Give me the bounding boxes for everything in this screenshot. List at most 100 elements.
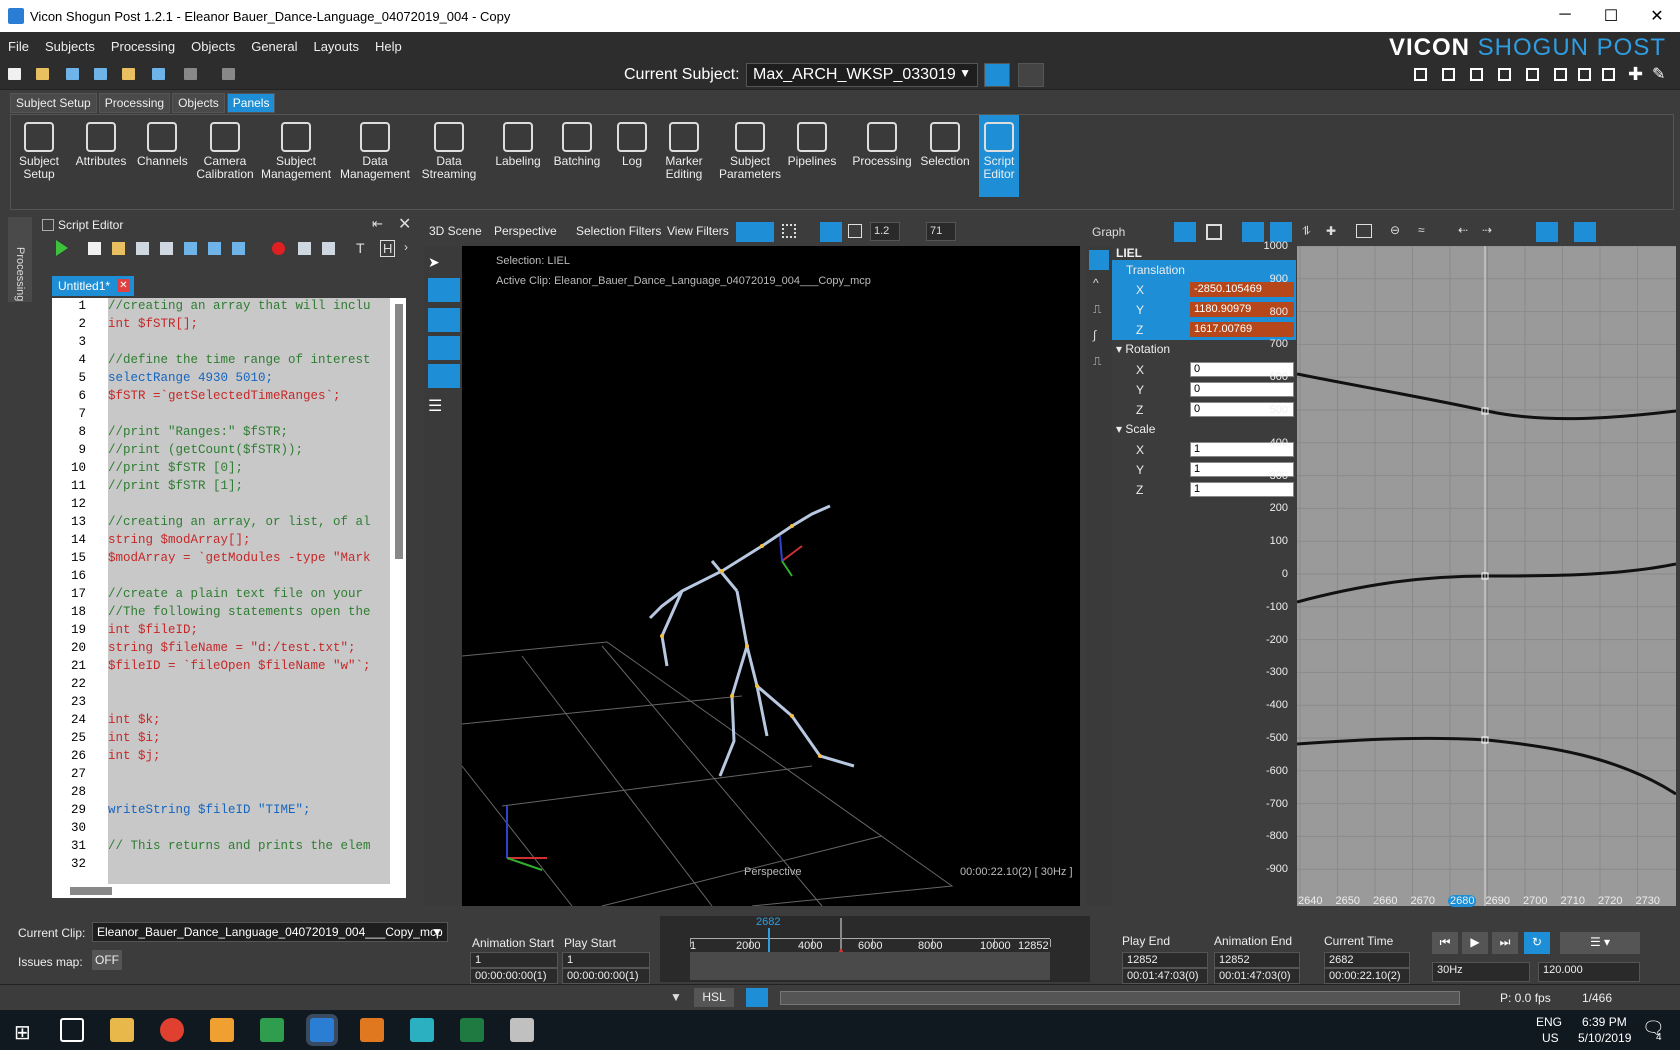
move-tool-button[interactable] [428,278,460,302]
new-script-icon[interactable] [88,242,101,255]
add-layout-icon[interactable]: ✚ [1628,64,1643,85]
play-button[interactable]: ▶ [1462,932,1488,954]
task-view-icon[interactable] [60,1018,84,1042]
translation-z-field[interactable]: 1617.00769 [1190,322,1294,337]
issues-map-toggle[interactable]: OFF [92,950,122,970]
key-tangent-button[interactable] [1536,222,1558,242]
fit-horizontal-button[interactable] [1242,222,1264,242]
menu-layouts[interactable]: Layouts [305,39,367,54]
code-line[interactable] [108,821,390,839]
current-time[interactable]: 00:00:22.10(2) [1324,968,1410,984]
code-line[interactable]: // This returns and prints the elem [108,839,390,857]
animation-end-frame[interactable]: 12852 [1214,952,1300,968]
app-icon-orange[interactable] [210,1018,234,1042]
layout-single-icon[interactable] [1414,68,1427,81]
vertical-scrollbar[interactable] [392,298,406,898]
menu-subjects[interactable]: Subjects [37,39,103,54]
play-end-time[interactable]: 00:01:47:03(0) [1122,968,1208,984]
hsl-button[interactable]: HSL [694,988,734,1007]
ribbon-button-labeling[interactable]: Labeling [491,115,545,197]
range-bar[interactable] [690,952,1050,980]
current-frame[interactable]: 2682 [1324,952,1410,968]
code-line[interactable] [108,497,390,515]
tab-processing[interactable]: Processing [98,93,171,113]
ribbon-button-selection[interactable]: Selection [917,115,973,197]
save-as-icon[interactable] [94,68,107,80]
code-line[interactable]: //print "Ranges:" $fSTR; [108,425,390,443]
code-line[interactable] [108,677,390,695]
go-to-start-button[interactable]: ⏮ [1432,932,1458,954]
layout-quad-icon[interactable] [1442,68,1455,81]
3d-viewport[interactable] [462,246,1080,906]
code-line[interactable]: //print $fSTR [1]; [108,479,390,497]
curve-graph[interactable] [1297,246,1676,906]
timeline-slider[interactable]: 1 2000 4000 6000 8000 10000 12852 2682 [660,916,1090,982]
fit-vertical-button[interactable] [1270,222,1292,242]
ribbon-button-script-editor[interactable]: Script Editor [979,115,1019,197]
chrome-icon[interactable] [160,1018,184,1042]
close-script-icon[interactable] [136,242,149,255]
code-line[interactable]: writeString $fileID "TIME"; [108,803,390,821]
ribbon-button-processing[interactable]: Processing [851,115,913,197]
translation-filter-button[interactable] [1089,250,1109,270]
prev-key-icon[interactable]: ⇠ [1458,223,1468,237]
code-line[interactable]: //creating an array, or list, of al [108,515,390,533]
flatten-icon[interactable]: ⥮ [1302,224,1311,239]
shogun-post-taskbar-icon[interactable] [310,1018,334,1042]
code-line[interactable]: //define the time range of interest [108,353,390,371]
speed-select[interactable]: 120.000 [1538,962,1640,982]
code-line[interactable] [108,857,390,875]
app-icon-m[interactable] [410,1018,434,1042]
sublime-icon[interactable] [360,1018,384,1042]
play-end-frame[interactable]: 12852 [1122,952,1208,968]
select-tool-button[interactable] [1174,222,1196,242]
menu-objects[interactable]: Objects [183,39,243,54]
reload-icon[interactable] [160,242,173,255]
current-clip-select[interactable]: Eleanor_Bauer_Dance_Language_04072019_00… [92,922,448,942]
file-explorer-icon[interactable] [110,1018,134,1042]
layout-columns-icon[interactable] [1470,68,1483,81]
close-tab-icon[interactable]: ✕ [117,279,130,292]
menu-help[interactable]: Help [367,39,410,54]
code-line[interactable]: //print $fSTR [0]; [108,461,390,479]
code-line[interactable]: $modArray = `getModules -type "Mark [108,551,390,569]
ribbon-button-pipelines[interactable]: Pipelines [785,115,839,197]
subject-person-button[interactable] [984,63,1010,87]
code-line[interactable]: int $j; [108,749,390,767]
rotate-tool-button[interactable] [428,336,460,360]
code-line[interactable]: //create a plain text file on your [108,587,390,605]
code-line[interactable]: //creating an array that will inclu [108,299,390,317]
clock-date[interactable]: 5/10/2019 [1578,1031,1631,1045]
playback-options-button[interactable]: ☰ ▾ [1560,932,1640,954]
code-line[interactable]: int $fileID; [108,623,390,641]
script-tab[interactable]: Untitled1* ✕ [52,276,134,296]
layout-split2-icon[interactable] [1554,68,1567,81]
code-line[interactable] [108,407,390,425]
run-icon[interactable] [56,240,68,256]
rate-select[interactable]: 30Hz [1432,962,1530,982]
ribbon-button-marker-editing[interactable]: Marker Editing [657,115,711,197]
code-line[interactable]: selectRange 4930 5010; [108,371,390,389]
subject-grid-button[interactable] [1018,63,1044,87]
code-line[interactable]: int $fSTR[]; [108,317,390,335]
code-line[interactable]: //print (getCount($fSTR)); [108,443,390,461]
selection-filters-button[interactable]: Selection Filters [576,224,661,238]
step-icon[interactable]: ⎍ [1093,354,1101,369]
ribbon-button-channels[interactable]: Channels [137,115,188,197]
play-start-frame[interactable]: 1 [562,952,650,968]
ribbon-button-log[interactable]: Log [611,115,653,197]
ribbon-button-batching[interactable]: Batching [551,115,603,197]
app-icon-green[interactable] [260,1018,284,1042]
ribbon-button-attributes[interactable]: Attributes [73,115,129,197]
scale-header[interactable]: ▾ Scale [1116,422,1155,436]
caret-icon[interactable]: ^ [1093,276,1099,290]
paint-icon[interactable] [510,1018,534,1042]
layout-split-icon[interactable] [1526,68,1539,81]
current-subject-select[interactable]: Max_ARCH_WKSP_033019 ▼ [746,63,978,87]
camera-dropdown[interactable]: Perspective [494,224,557,238]
open-script-icon[interactable] [112,242,125,255]
code-line[interactable] [108,569,390,587]
go-to-end-button[interactable]: ⏭ [1492,932,1518,954]
horizontal-scrollbar[interactable] [52,884,392,898]
status-dropdown-icon[interactable]: ▼ [670,990,682,1004]
